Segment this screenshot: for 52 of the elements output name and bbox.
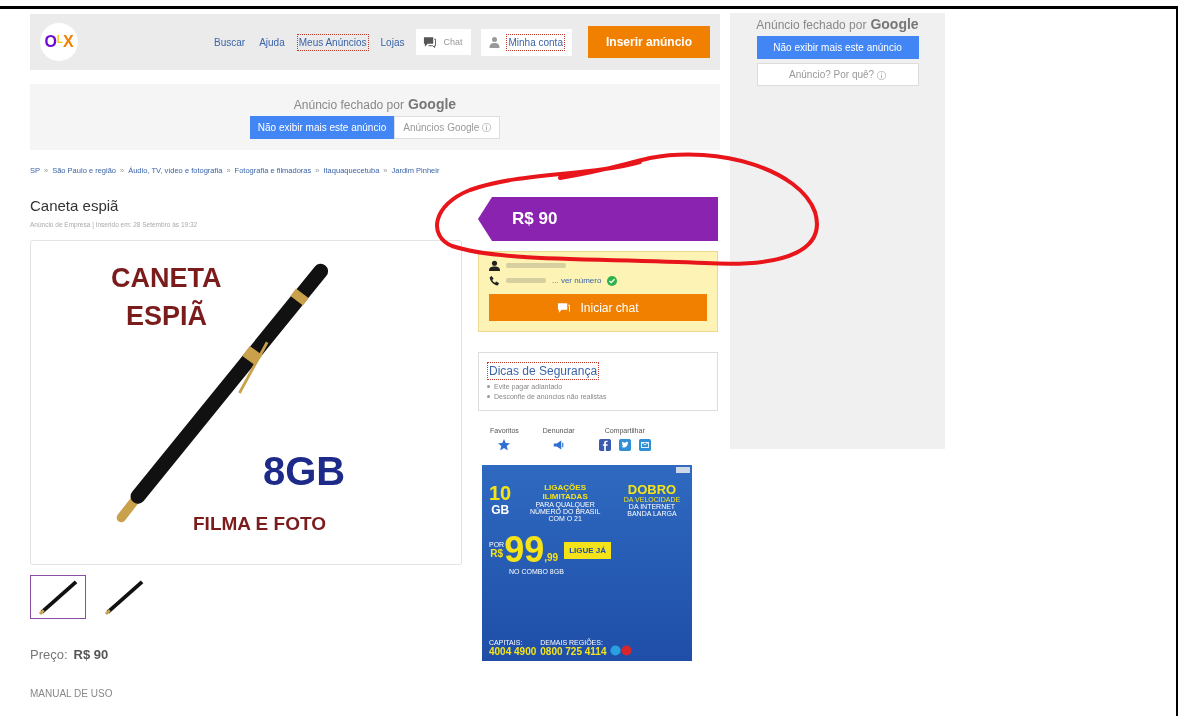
image-thumbnail[interactable] [30,575,86,619]
ad-info-button[interactable]: Anúncios Google [394,115,501,139]
chat-bubble-icon [423,36,437,48]
hide-ad-button[interactable]: Não exibir mais este anúncio [249,115,395,139]
info-icon [876,70,886,80]
bullet-icon [487,385,490,388]
banner-text: DOBRO [627,483,677,496]
facebook-icon[interactable] [598,439,611,451]
user-icon [488,36,502,48]
banner-text: R$ [490,548,503,559]
price-label: Preço: [30,647,68,662]
image-caption: FILMA E FOTO [193,513,326,535]
operator-logos-icon [610,644,633,657]
nav-link[interactable]: Buscar [212,33,248,51]
google-label: Google [870,16,919,32]
price-value: R$ 90 [73,647,109,662]
nav-link[interactable]: Meus Anúncios [296,33,369,51]
twitter-icon[interactable] [618,439,631,451]
phone-icon [489,275,500,286]
ad-closed-text: Anúncio fechado por [293,97,404,112]
nav-link[interactable]: Lojas [378,33,407,51]
banner-price: 99 [504,532,545,568]
info-icon [482,123,492,133]
nav-link[interactable]: Ajuda [257,33,287,51]
google-label: Google [407,95,457,112]
safety-tips-title[interactable]: Dicas de Segurança [487,362,600,380]
image-heading: CANETA [111,263,222,294]
redacted-text [506,263,566,268]
banner-phone: 0800 725 4114 [540,646,607,657]
banner-text: ,99 [544,552,559,563]
redacted-text [506,278,546,283]
bullet-icon [487,395,490,398]
chat-bubble-icon [557,301,571,314]
email-icon[interactable] [638,439,651,451]
user-icon [489,260,500,271]
hide-ad-button[interactable]: Não exibir mais este anúncio [756,36,919,59]
banner-phone: 4004 4900 [489,646,537,657]
ad-closed-text: Anúncio fechado por [756,18,867,32]
ad-info-button[interactable]: Anúncio? Por quê? [756,63,919,86]
price-tag: R$ 90 [478,197,718,241]
nav-link[interactable]: Minha conta [506,33,565,51]
banner-text: 10 [489,483,512,503]
banner-text: GB [491,503,510,517]
banner-text: LIGAÇÕES ILIMITADAS [541,483,589,501]
megaphone-icon[interactable] [552,439,565,451]
image-heading: ESPIÃ [126,301,208,332]
description-text: MANUAL DE USO [30,688,114,699]
banner-call-button[interactable]: LIGUE JÁ [564,541,612,559]
listing-title: Caneta espiã [30,197,120,214]
image-capacity: 8GB [263,449,346,494]
show-number-link[interactable]: ... ver número [552,276,602,285]
star-icon[interactable] [498,439,511,451]
